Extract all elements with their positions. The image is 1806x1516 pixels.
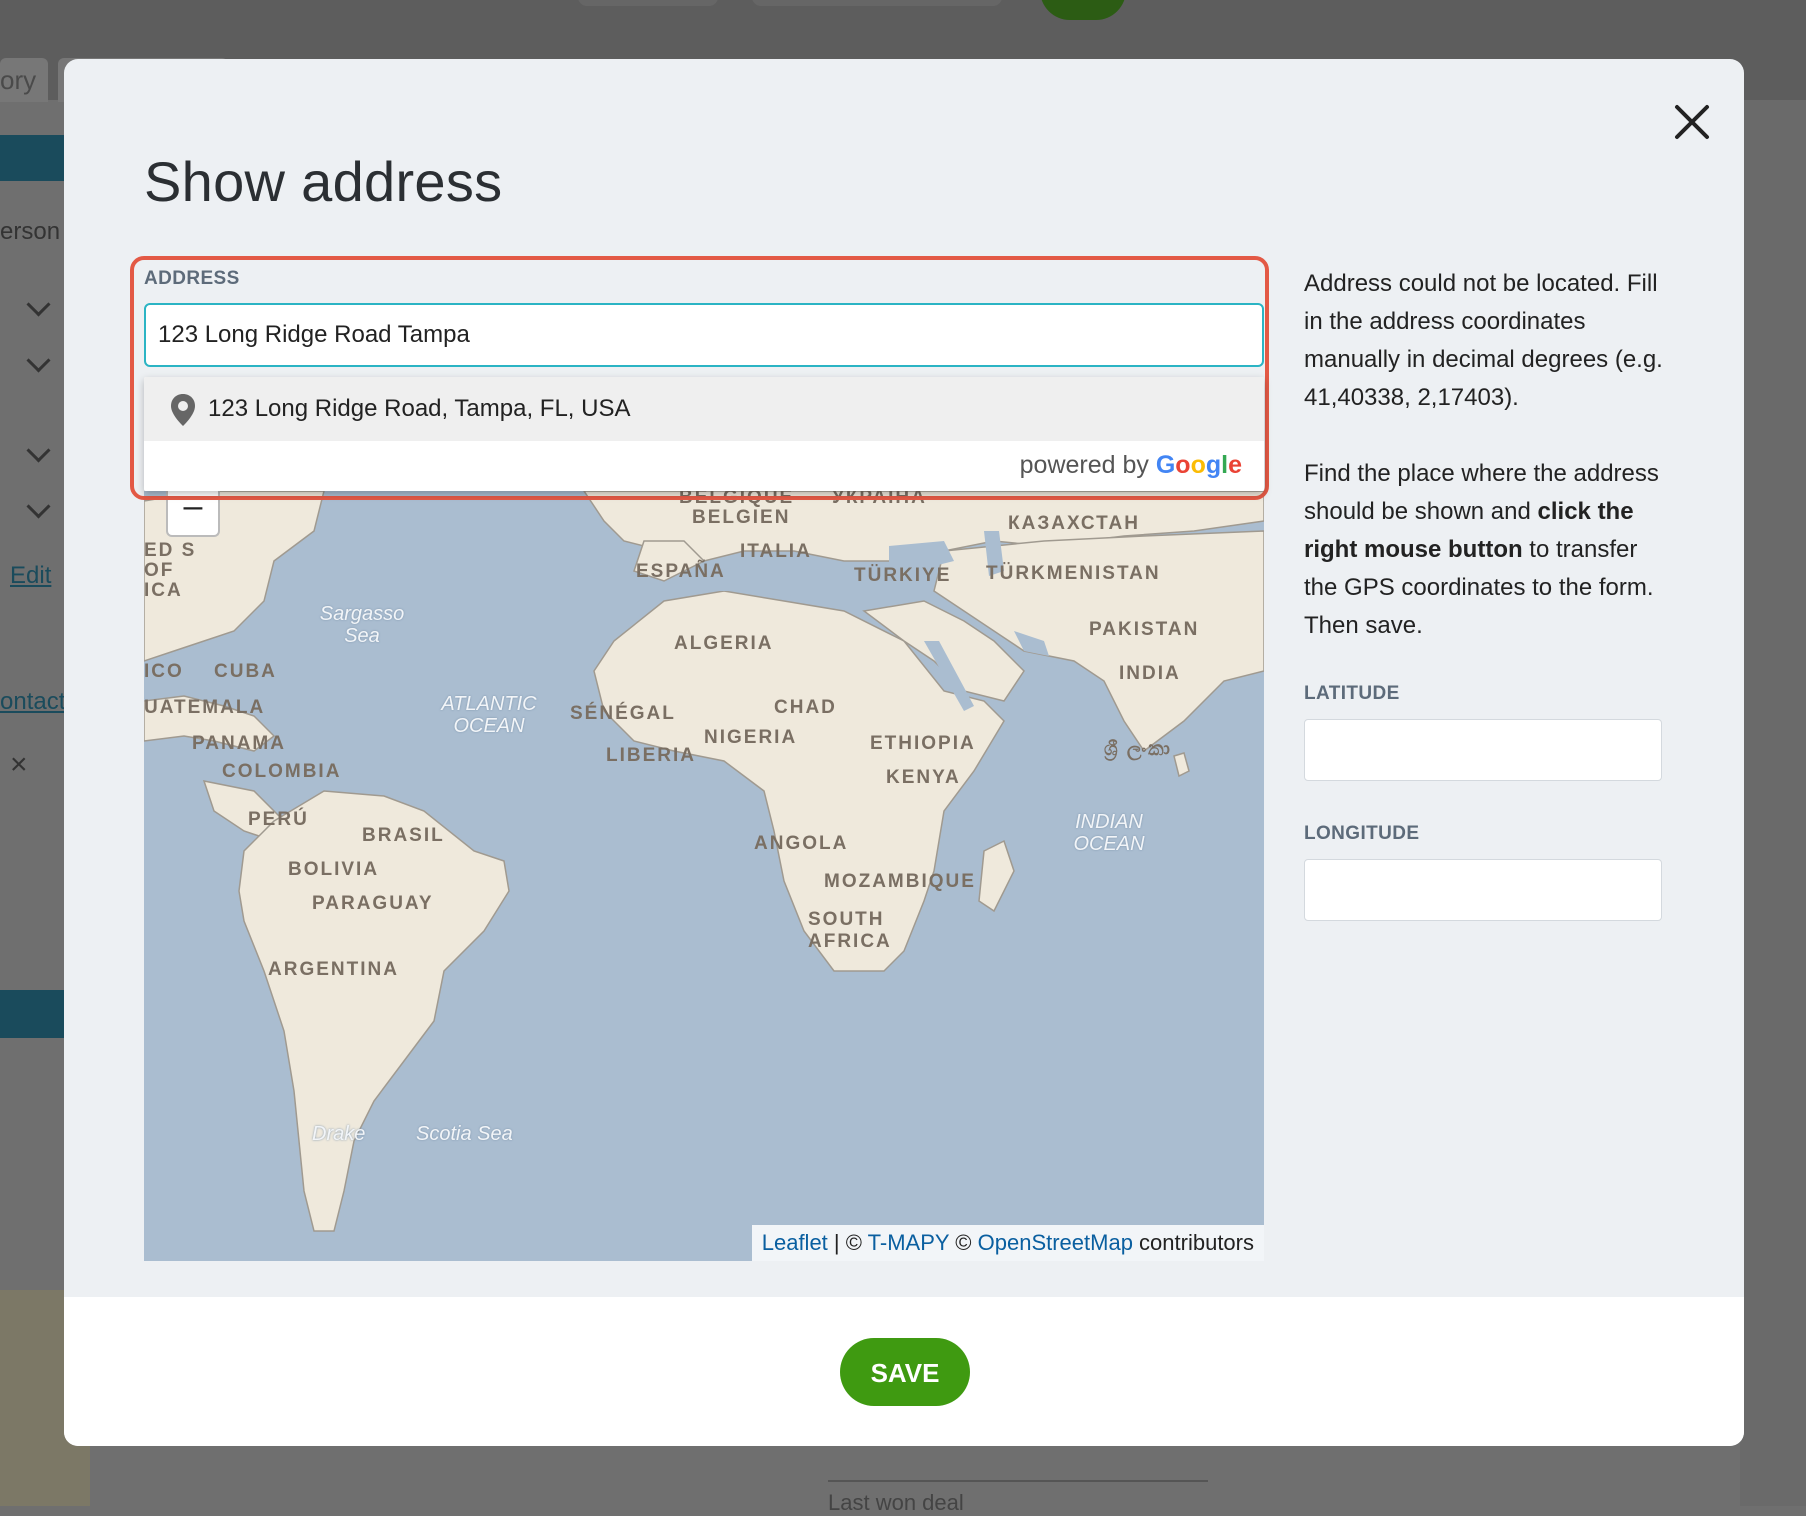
help-text: Address could not be located. Fill in th… bbox=[1304, 265, 1674, 683]
background-tab: ory bbox=[0, 58, 48, 102]
map-label: ARGENTINA bbox=[268, 959, 399, 980]
leaflet-link[interactable]: Leaflet bbox=[762, 1230, 828, 1255]
map[interactable]: – BELGIQUE BELGIEN УКРАЇНА КАЗАХСТАН ITA… bbox=[144, 491, 1264, 1261]
map-label: CUBA bbox=[214, 661, 277, 682]
powered-by-text: powered by bbox=[1019, 451, 1149, 479]
map-label: SÉNÉGAL bbox=[570, 703, 676, 724]
map-label: ශ්‍රී ලංකා bbox=[1104, 739, 1172, 760]
longitude-label: LONGITUDE bbox=[1304, 823, 1420, 844]
longitude-input[interactable] bbox=[1304, 859, 1662, 921]
ocean-label: ATLANTIC OCEAN bbox=[441, 693, 537, 737]
suggestion-text: 123 Long Ridge Road, Tampa, FL, USA bbox=[208, 395, 631, 422]
map-label: BRASIL bbox=[362, 825, 445, 846]
map-label: ED S OF ICA bbox=[144, 540, 197, 601]
address-autocomplete-dropdown: 123 Long Ridge Road, Tampa, FL, USA powe… bbox=[144, 377, 1264, 491]
background-right-column bbox=[1740, 100, 1806, 1506]
powered-by-google: powered by Google bbox=[1020, 451, 1242, 480]
background-contact-link: ontact bbox=[0, 688, 66, 715]
address-suggestion[interactable]: 123 Long Ridge Road, Tampa, FL, USA bbox=[144, 377, 1264, 441]
map-label: КАЗАХСТАН bbox=[1008, 513, 1140, 534]
attribution-separator: © bbox=[949, 1230, 978, 1255]
map-label: CHAD bbox=[774, 697, 837, 718]
openstreetmap-link[interactable]: OpenStreetMap bbox=[978, 1230, 1133, 1255]
background-tab-label: ory bbox=[0, 65, 37, 95]
google-logo: Google bbox=[1155, 451, 1242, 479]
map-label: NIGERIA bbox=[704, 727, 798, 748]
ocean-label: Drake bbox=[312, 1123, 366, 1145]
chevron-down-icon bbox=[26, 438, 51, 463]
background-person-label: erson bbox=[0, 218, 61, 245]
map-pin-icon bbox=[171, 394, 195, 426]
map-label: KENYA bbox=[886, 767, 961, 788]
chevron-down-icon bbox=[26, 348, 51, 373]
help-paragraph: Address could not be located. Fill in th… bbox=[1304, 270, 1663, 411]
map-label: SOUTH AFRICA bbox=[808, 909, 892, 952]
show-address-modal: Show address – BELGIQUE BELGIEN УКРАЇНА … bbox=[64, 59, 1744, 1446]
map-label: INDIA bbox=[1119, 663, 1181, 684]
map-label: BELGIEN bbox=[692, 507, 791, 528]
help-paragraph: Find the place where the address should … bbox=[1304, 460, 1659, 639]
map-label: TÜRKIYE bbox=[854, 565, 952, 586]
map-label: MOZAMBIQUE bbox=[824, 871, 976, 892]
background-last-won-deal: Last won deal bbox=[828, 1480, 1208, 1516]
map-label: ANGOLA bbox=[754, 833, 849, 854]
map-label: ETHIOPIA bbox=[870, 733, 976, 754]
background-section-bar bbox=[0, 135, 70, 181]
map-label: PARAGUAY bbox=[312, 893, 434, 914]
address-input[interactable] bbox=[144, 303, 1264, 367]
chevron-down-icon bbox=[26, 292, 51, 317]
map-label: PAKISTAN bbox=[1089, 619, 1200, 640]
close-icon[interactable] bbox=[1664, 94, 1720, 150]
map-label: ALGERIA bbox=[674, 633, 774, 654]
ocean-label: Sargasso Sea bbox=[319, 603, 405, 647]
map-label: LIBERIA bbox=[606, 745, 696, 766]
address-label: ADDRESS bbox=[144, 268, 240, 289]
map-label: PERÚ bbox=[248, 809, 309, 830]
background-close-icon: × bbox=[10, 748, 28, 781]
map-label: ICO bbox=[144, 661, 184, 682]
modal-title: Show address bbox=[144, 150, 503, 213]
map-label: BOLIVIA bbox=[288, 859, 380, 880]
ocean-label: INDIAN OCEAN bbox=[1073, 811, 1145, 855]
map-label: TÜRKMENISTAN bbox=[986, 563, 1161, 584]
map-attribution: Leaflet | © T-MAPY © OpenStreetMap contr… bbox=[751, 1225, 1264, 1261]
attribution-separator: | © bbox=[827, 1230, 868, 1255]
ocean-label: Scotia Sea bbox=[416, 1123, 513, 1145]
latitude-input[interactable] bbox=[1304, 719, 1662, 781]
map-label: PANAMA bbox=[192, 733, 286, 754]
attribution-tail: contributors bbox=[1132, 1230, 1254, 1255]
map-label: UATEMALA bbox=[144, 697, 266, 718]
latitude-label: LATITUDE bbox=[1304, 683, 1400, 704]
map-label: COLOMBIA bbox=[222, 761, 342, 782]
tmapy-link[interactable]: T-MAPY bbox=[868, 1230, 950, 1255]
background-nav-pill bbox=[752, 0, 1002, 6]
map-label: ITALIA bbox=[740, 541, 812, 562]
background-section-bar bbox=[0, 990, 70, 1038]
save-button[interactable]: SAVE bbox=[840, 1338, 970, 1406]
background-nav-pill bbox=[578, 0, 718, 6]
background-edit-link: Edit bbox=[10, 562, 52, 589]
map-label: ESPAÑA bbox=[636, 561, 726, 582]
chevron-down-icon bbox=[26, 494, 51, 519]
